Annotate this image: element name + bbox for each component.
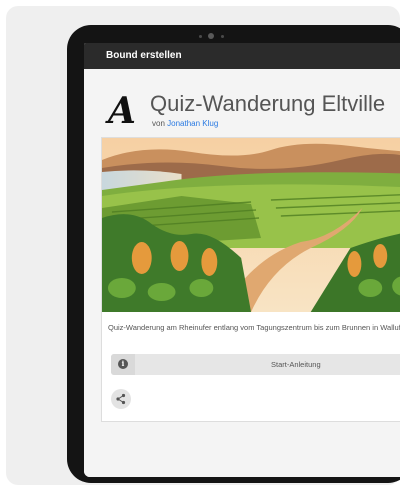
info-icon: i bbox=[118, 359, 128, 369]
share-row bbox=[102, 375, 400, 421]
app-bar: Bound erstellen bbox=[84, 43, 400, 69]
hero-image bbox=[102, 138, 400, 312]
tablet-screen: Bound erstellen A Quiz-Wanderung Eltvill… bbox=[84, 43, 400, 477]
author-line: von Jonathan Klug bbox=[152, 119, 218, 128]
page-title: Quiz-Wanderung Eltville bbox=[150, 91, 386, 116]
sensor-dot bbox=[199, 35, 202, 38]
info-button[interactable]: i bbox=[111, 354, 135, 375]
tour-header: A Quiz-Wanderung Eltville von Jonathan K… bbox=[84, 89, 400, 137]
share-icon bbox=[116, 393, 126, 405]
start-guide-button[interactable]: i Start-Anleitung bbox=[111, 354, 400, 375]
share-button[interactable] bbox=[111, 389, 131, 409]
author-link[interactable]: Jonathan Klug bbox=[167, 119, 218, 128]
start-guide-label: Start-Anleitung bbox=[271, 360, 321, 369]
tour-card: Quiz-Wanderung am Rheinufer entlang vom … bbox=[101, 137, 400, 422]
sensor-dot bbox=[221, 35, 224, 38]
stylized-a-logo-icon: A bbox=[108, 90, 136, 132]
tour-description: Quiz-Wanderung am Rheinufer entlang vom … bbox=[108, 323, 400, 332]
camera-icon bbox=[208, 33, 214, 39]
main-content: A Quiz-Wanderung Eltville von Jonathan K… bbox=[84, 69, 400, 477]
author-prefix: von bbox=[152, 119, 165, 128]
